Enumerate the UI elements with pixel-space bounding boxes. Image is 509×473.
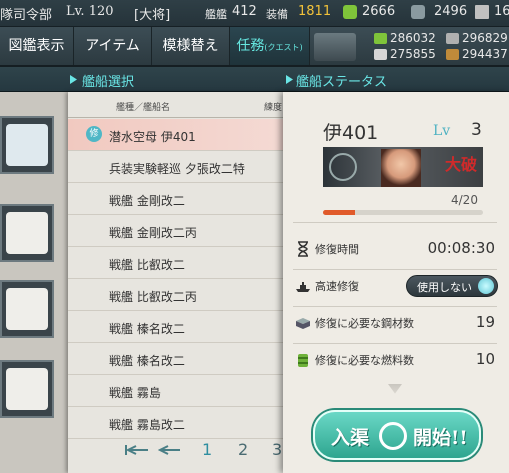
list-item[interactable]: 戦艦 榛名改二1 — [68, 343, 300, 375]
ammo-total-icon — [446, 49, 459, 60]
page-1[interactable]: 1 — [202, 440, 212, 459]
shop-icon[interactable] — [314, 33, 356, 61]
list-header: 艦種／艦船名 練度 — [68, 92, 300, 118]
repair-time-value: 00:08:30 — [427, 239, 495, 257]
list-item[interactable]: 戦艦 霧島改二1 — [68, 407, 300, 439]
ship-status-panel: 伊401 Lv 3 大破 4/20 修復時間 00:08:30 高速修復 使用し… — [283, 92, 509, 473]
level-label: Lv — [433, 123, 451, 139]
dock-slot-1[interactable] — [0, 116, 54, 174]
prev-page-icon[interactable] — [158, 445, 184, 455]
damage-stamp: 大破 — [444, 155, 477, 174]
fuel-value: 2666 — [362, 4, 396, 19]
equip-count: 1811 — [298, 4, 332, 19]
hp-bar — [323, 210, 483, 215]
ship-status-title: 艦船ステータス — [296, 75, 388, 90]
fuel-cost-value: 10 — [475, 350, 495, 368]
section-right-marker — [286, 75, 293, 84]
fuel-icon — [298, 354, 308, 367]
admiral-level: Lv. 120 — [66, 4, 114, 19]
steel-cost-row: 修復に必要な鋼材数 19 — [295, 311, 495, 335]
list-header-level: 練度 — [264, 103, 283, 113]
ship-level: 3 — [471, 120, 482, 140]
list-item[interactable]: 戦艦 榛名改二1 — [68, 311, 300, 343]
fuel-icon — [343, 5, 357, 19]
dock-slot-empty — [6, 288, 48, 330]
repair-icon: 修 — [86, 126, 102, 142]
list-item[interactable]: 戦艦 比叡改二丙1 — [68, 279, 300, 311]
steel-value: 286032 — [390, 31, 436, 45]
chevron-down-icon — [388, 384, 402, 394]
section-left-marker — [70, 75, 77, 84]
menu-quests[interactable]: 任務(クエスト) — [230, 27, 310, 65]
menu-furniture[interactable]: 模様替え — [152, 27, 230, 65]
toggle-knob — [478, 278, 494, 294]
divider — [293, 343, 497, 344]
steel-cost-value: 19 — [475, 313, 495, 331]
menu-bar: 図鑑表示 アイテム 模様替え 任務(クエスト) 286032 296829 27… — [0, 27, 509, 67]
list-header-name: 艦種／艦船名 — [116, 103, 171, 113]
hp-bar-fill — [323, 210, 355, 215]
bauxite-value: 296829 — [462, 31, 508, 45]
equip-label: 装備 — [266, 8, 288, 21]
menu-encyclopedia[interactable]: 図鑑表示 — [0, 27, 74, 65]
ammo-value: 2496 — [434, 4, 468, 19]
menu-items[interactable]: アイテム — [74, 27, 152, 65]
top-hud: 隊司令部 Lv. 120 [大将] 艦艦 412 装備 1811 2666 24… — [0, 0, 509, 27]
ship-select-title: 艦船選択 — [82, 75, 135, 90]
dock-slot-4[interactable] — [0, 360, 54, 418]
divider — [293, 306, 497, 307]
ships-count: 412 — [232, 4, 257, 19]
list-item[interactable]: 戦艦 霧島1 — [68, 375, 300, 407]
ship-banner: 大破 — [323, 147, 483, 187]
fuel-total-icon — [374, 49, 387, 60]
dock-slot-3[interactable] — [0, 280, 54, 338]
start-repair-button[interactable]: 入渠 開始!! — [313, 410, 481, 460]
extra-value: 16 — [494, 4, 509, 19]
bauxite-icon — [446, 33, 459, 44]
section-bar: 艦船選択 艦船ステータス — [0, 67, 509, 92]
admiral-title: 隊司令部 — [0, 8, 53, 23]
ammo-icon — [411, 5, 425, 19]
steel-icon — [374, 33, 387, 44]
admiral-rank: [大将] — [134, 8, 171, 23]
fuel-total-value: 275855 — [390, 47, 436, 61]
page-2[interactable]: 2 — [238, 440, 248, 459]
fuel-cost-row: 修復に必要な燃料数 10 — [295, 348, 495, 372]
dock-slot-ship — [6, 124, 48, 166]
ship-portrait — [381, 149, 421, 187]
divider — [293, 222, 497, 223]
list-item[interactable]: 修 潜水空母 伊401 — [68, 119, 300, 151]
ships-label: 艦艦 — [205, 8, 227, 21]
page-3[interactable]: 3 — [272, 440, 282, 459]
divider — [293, 269, 497, 270]
list-item[interactable]: 戦艦 比叡改二1 — [68, 247, 300, 279]
hammer-icon — [475, 5, 489, 19]
dock-slot-empty — [6, 368, 48, 410]
list-item[interactable]: 兵装実験軽巡 夕張改二特1 — [68, 151, 300, 183]
ammo-total-value: 294437 — [462, 47, 508, 61]
ship-name: 伊401 — [323, 122, 379, 144]
ship-list-panel: 艦種／艦船名 練度 修 潜水空母 伊401 兵装実験軽巡 夕張改二特1 戦艦 金… — [68, 92, 300, 473]
ship-icon — [296, 282, 310, 292]
fast-repair-toggle[interactable]: 使用しない — [406, 275, 498, 297]
dock-slot-2[interactable] — [0, 204, 54, 262]
fast-repair-row: 高速修復 使用しない — [295, 274, 498, 298]
first-page-icon[interactable] — [124, 445, 150, 455]
repair-time-row: 修復時間 00:08:30 — [295, 237, 495, 261]
steel-icon — [296, 318, 310, 329]
dock-slot-empty — [6, 212, 48, 254]
list-item[interactable]: 戦艦 金剛改二1 — [68, 183, 300, 215]
ship-badge-icon — [329, 153, 357, 181]
gear-icon — [379, 422, 407, 450]
list-item[interactable]: 戦艦 金剛改二丙1 — [68, 215, 300, 247]
hourglass-icon — [298, 241, 308, 257]
hp-text: 4/20 — [451, 193, 478, 207]
